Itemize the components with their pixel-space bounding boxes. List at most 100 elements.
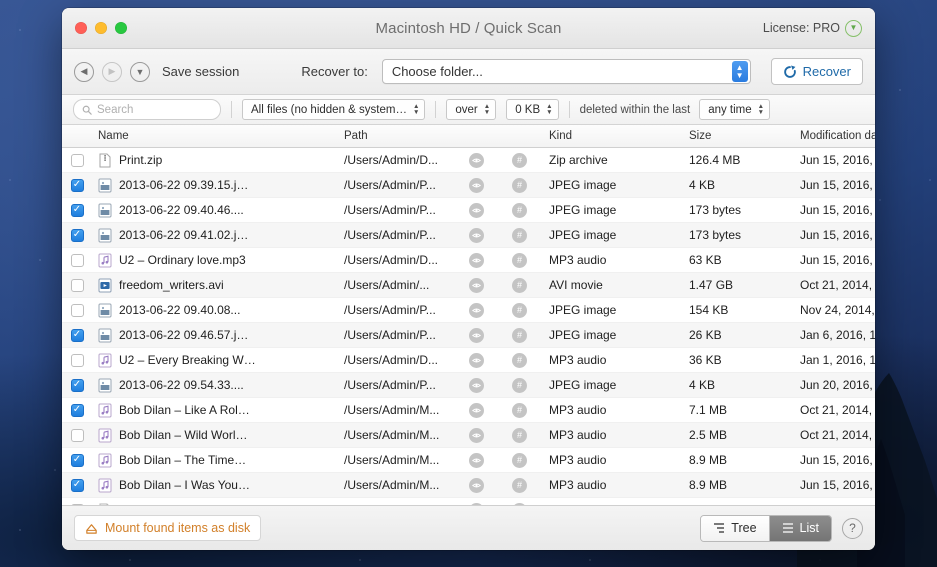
row-name-cell[interactable]: Bob Dilan – Like A Rol… xyxy=(92,403,338,418)
table-row[interactable]: ✓Bob Dilan – I Was You…/Users/Admin/M...… xyxy=(62,473,875,498)
row-checkbox[interactable]: ✓ xyxy=(62,404,92,417)
row-name-cell[interactable]: Bob Dilan – The Time… xyxy=(92,453,338,468)
row-preview-cell[interactable] xyxy=(455,253,497,268)
table-row[interactable]: U2 – Ordinary love.mp3/Users/Admin/D...#… xyxy=(62,248,875,273)
table-row[interactable]: ✓2013-06-22 09.41.02.j…/Users/Admin/P...… xyxy=(62,223,875,248)
column-header-path[interactable]: Path xyxy=(338,130,455,142)
row-hash-cell[interactable]: # xyxy=(497,478,542,493)
table-row[interactable]: ✓2013-06-22 09.40.46..../Users/Admin/P..… xyxy=(62,198,875,223)
eye-preview-icon[interactable] xyxy=(469,403,484,418)
question-mark-icon[interactable]: ? xyxy=(842,518,863,539)
row-checkbox[interactable] xyxy=(62,154,92,167)
row-preview-cell[interactable] xyxy=(455,278,497,293)
row-checkbox[interactable] xyxy=(62,354,92,367)
row-hash-cell[interactable]: # xyxy=(497,378,542,393)
row-preview-cell[interactable] xyxy=(455,378,497,393)
row-preview-cell[interactable] xyxy=(455,303,497,318)
row-preview-cell[interactable] xyxy=(455,328,497,343)
eye-preview-icon[interactable] xyxy=(469,478,484,493)
row-preview-cell[interactable] xyxy=(455,178,497,193)
chevron-down-icon[interactable]: ▼ xyxy=(845,20,862,37)
row-hash-cell[interactable]: # xyxy=(497,253,542,268)
view-mode-switcher[interactable]: Tree List xyxy=(700,515,832,542)
eye-preview-icon[interactable] xyxy=(469,178,484,193)
save-session-icon[interactable]: ▼ xyxy=(130,62,150,82)
row-hash-cell[interactable]: # xyxy=(497,353,542,368)
hash-icon[interactable]: # xyxy=(512,353,527,368)
table-row[interactable]: ✓2013-06-22 09.39.15.j…/Users/Admin/P...… xyxy=(62,173,875,198)
row-preview-cell[interactable] xyxy=(455,353,497,368)
row-hash-cell[interactable]: # xyxy=(497,278,542,293)
hash-icon[interactable]: # xyxy=(512,153,527,168)
column-header-modification-date[interactable]: Modification date xyxy=(795,130,875,142)
back-button[interactable]: ◀ xyxy=(74,62,94,82)
row-name-cell[interactable]: Bob Dilan – I Was You… xyxy=(92,478,338,493)
table-row[interactable]: ✓2013-06-22 09.46.57.j…/Users/Admin/P...… xyxy=(62,323,875,348)
stepper-up-down-icon[interactable]: ▲▼ xyxy=(732,61,748,82)
row-preview-cell[interactable] xyxy=(455,403,497,418)
row-name-cell[interactable]: freedom_writers.avi xyxy=(92,278,338,293)
save-session-label[interactable]: Save session xyxy=(162,64,239,79)
eye-preview-icon[interactable] xyxy=(469,228,484,243)
hash-icon[interactable]: # xyxy=(512,253,527,268)
table-row[interactable]: Bob Dilan – Wild Worl…/Users/Admin/M...#… xyxy=(62,423,875,448)
table-row[interactable]: ✓Bob Dilan – Like A Rol…/Users/Admin/M..… xyxy=(62,398,875,423)
zoom-button[interactable] xyxy=(115,22,127,34)
table-row[interactable]: Print.zip/Users/Admin/D...#Zip archive12… xyxy=(62,148,875,173)
row-checkbox[interactable] xyxy=(62,304,92,317)
column-header-kind[interactable]: Kind xyxy=(542,130,685,142)
eye-preview-icon[interactable] xyxy=(469,278,484,293)
row-name-cell[interactable]: U2 – Every Breaking W… xyxy=(92,353,338,368)
table-row[interactable]: ✓2013-06-22 09.54.33..../Users/Admin/P..… xyxy=(62,373,875,398)
hash-icon[interactable]: # xyxy=(512,228,527,243)
eye-preview-icon[interactable] xyxy=(469,303,484,318)
row-checkbox[interactable]: ✓ xyxy=(62,379,92,392)
row-preview-cell[interactable] xyxy=(455,228,497,243)
minimize-button[interactable] xyxy=(95,22,107,34)
row-checkbox[interactable]: ✓ xyxy=(62,204,92,217)
license-status[interactable]: License: PRO ▼ xyxy=(763,20,862,37)
row-name-cell[interactable]: 2013-06-22 09.39.15.j… xyxy=(92,178,338,193)
search-input[interactable]: Search xyxy=(73,99,221,120)
row-name-cell[interactable]: 2013-06-22 09.46.57.j… xyxy=(92,328,338,343)
table-row[interactable]: ✓Bob Dilan – The Time…/Users/Admin/M...#… xyxy=(62,448,875,473)
column-header-size[interactable]: Size xyxy=(685,130,795,142)
table-row[interactable]: freedom_writers.avi/Users/Admin/...#AVI … xyxy=(62,273,875,298)
row-hash-cell[interactable]: # xyxy=(497,228,542,243)
hash-icon[interactable]: # xyxy=(512,403,527,418)
table-row[interactable]: U2 – Every Breaking W…/Users/Admin/D...#… xyxy=(62,348,875,373)
row-hash-cell[interactable]: # xyxy=(497,428,542,443)
row-name-cell[interactable]: Bob Dilan – Wild Worl… xyxy=(92,428,338,443)
file-type-dropdown[interactable]: All files (no hidden & system… ▲▼ xyxy=(242,99,425,120)
folder-select-dropdown[interactable]: Choose folder... ▲▼ xyxy=(382,59,751,84)
row-name-cell[interactable]: 2013-06-22 09.40.08... xyxy=(92,303,338,318)
table-row[interactable]: 2013-06-22 09.40.08.../Users/Admin/P...#… xyxy=(62,298,875,323)
tree-view-button[interactable]: Tree xyxy=(701,516,768,541)
row-hash-cell[interactable]: # xyxy=(497,328,542,343)
eye-preview-icon[interactable] xyxy=(469,253,484,268)
hash-icon[interactable]: # xyxy=(512,453,527,468)
row-checkbox[interactable]: ✓ xyxy=(62,479,92,492)
eye-preview-icon[interactable] xyxy=(469,328,484,343)
row-checkbox[interactable]: ✓ xyxy=(62,179,92,192)
row-checkbox[interactable]: ✓ xyxy=(62,454,92,467)
row-checkbox[interactable] xyxy=(62,279,92,292)
eye-preview-icon[interactable] xyxy=(469,428,484,443)
eye-preview-icon[interactable] xyxy=(469,203,484,218)
close-button[interactable] xyxy=(75,22,87,34)
row-preview-cell[interactable] xyxy=(455,428,497,443)
row-name-cell[interactable]: 2013-06-22 09.40.46.... xyxy=(92,203,338,218)
row-checkbox[interactable]: ✓ xyxy=(62,329,92,342)
list-view-button[interactable]: List xyxy=(769,516,831,541)
hash-icon[interactable]: # xyxy=(512,278,527,293)
row-preview-cell[interactable] xyxy=(455,478,497,493)
row-hash-cell[interactable]: # xyxy=(497,453,542,468)
row-hash-cell[interactable]: # xyxy=(497,303,542,318)
size-comparator-dropdown[interactable]: over ▲▼ xyxy=(446,99,496,120)
eye-preview-icon[interactable] xyxy=(469,353,484,368)
row-hash-cell[interactable]: # xyxy=(497,203,542,218)
row-name-cell[interactable]: U2 – Ordinary love.mp3 xyxy=(92,253,338,268)
row-name-cell[interactable]: 2013-06-22 09.41.02.j… xyxy=(92,228,338,243)
time-range-dropdown[interactable]: any time ▲▼ xyxy=(699,99,770,120)
eye-preview-icon[interactable] xyxy=(469,378,484,393)
